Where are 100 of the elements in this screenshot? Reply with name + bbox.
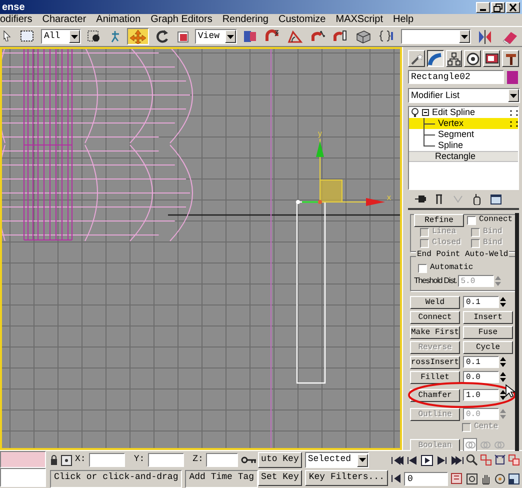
rollout-button[interactable]: Cycle — [463, 340, 513, 354]
spinner-arrows-icon[interactable] — [500, 389, 506, 401]
script-output-field[interactable] — [0, 468, 46, 487]
go-to-end-icon[interactable] — [451, 454, 464, 466]
move-tool[interactable] — [126, 28, 149, 45]
pan-hand-icon[interactable] — [480, 472, 492, 485]
braces-icon[interactable] — [378, 29, 395, 44]
fork-icon[interactable] — [433, 193, 445, 205]
object-color-swatch[interactable] — [507, 70, 518, 84]
menu-item[interactable]: Customize — [278, 14, 331, 26]
play-icon[interactable] — [421, 454, 434, 466]
spinner-field[interactable]: 0.1 — [463, 296, 499, 308]
spinner-arrows-icon[interactable] — [500, 356, 506, 368]
checkbox-label: Automatic — [430, 264, 474, 273]
stack-item[interactable]: Rectangle — [409, 151, 518, 162]
minimize-button[interactable] — [476, 2, 490, 12]
rollout-button[interactable]: Chamfer — [410, 388, 460, 402]
select-object-icon[interactable] — [86, 29, 101, 44]
key-filters-button[interactable]: Key Filters... — [304, 470, 388, 486]
snap-magnet-icon[interactable] — [264, 29, 279, 44]
menu-item[interactable]: Help — [392, 14, 419, 26]
rollout-button[interactable]: Refine — [414, 214, 464, 226]
mirror-icon[interactable] — [476, 29, 493, 44]
pin-icon[interactable] — [414, 193, 426, 205]
auto-key-button[interactable]: uto Key — [258, 452, 302, 468]
restore-button[interactable] — [491, 2, 505, 12]
stick-figure-icon[interactable] — [108, 29, 121, 44]
light-bulb-icon[interactable] — [411, 108, 419, 117]
panel-tab[interactable] — [426, 50, 444, 67]
eraser-icon[interactable] — [500, 29, 519, 44]
menu-item[interactable]: Graph Editors — [150, 14, 218, 26]
stack-subitem[interactable]: Vertex — [409, 118, 518, 129]
stack-subitem[interactable]: Segment — [409, 129, 518, 140]
rotate-icon[interactable] — [154, 29, 169, 44]
zoom-icon[interactable] — [466, 454, 478, 466]
menu-item[interactable]: Rendering — [222, 14, 274, 26]
axis-label: x — [387, 193, 391, 202]
selection-filter-dropdown[interactable]: All — [41, 29, 81, 44]
key-mode-dropdown[interactable]: Selected — [304, 452, 369, 468]
rollout-button[interactable]: Fuse — [463, 326, 513, 338]
menu-item[interactable]: Animation — [96, 14, 146, 26]
named-selection-dropdown[interactable] — [400, 29, 471, 44]
close-button[interactable] — [506, 2, 520, 12]
angle-snap-icon[interactable] — [286, 29, 303, 44]
spinner-arrows-icon[interactable] — [500, 296, 506, 308]
key-icon[interactable] — [241, 455, 258, 466]
coordinate-field[interactable] — [206, 453, 238, 468]
object-name-field[interactable]: Rectangle02 — [408, 70, 504, 84]
box-icon[interactable] — [354, 29, 371, 44]
rollout-button[interactable]: rossInsert — [410, 356, 460, 368]
stack-subitem[interactable]: Spline — [409, 140, 518, 151]
rollout-button[interactable]: Weld — [410, 296, 460, 308]
close-icon — [508, 2, 518, 12]
rollout-button[interactable]: Fillet — [410, 370, 460, 384]
spinner-field[interactable]: 0.0 — [463, 371, 499, 383]
stack-item[interactable]: Edit Spline — [409, 107, 518, 118]
coordinate-label: X: — [75, 455, 86, 466]
menu-item[interactable]: odifiers — [0, 14, 38, 26]
checkbox-label: Connect — [479, 216, 513, 224]
checkbox[interactable] — [467, 216, 476, 224]
menu-item[interactable]: Character — [42, 14, 92, 26]
menu-item[interactable]: MAXScript — [336, 14, 388, 26]
rollout-button[interactable]: Insert — [463, 310, 513, 324]
collapse-toggle-icon[interactable] — [422, 108, 429, 116]
spinner-arrows-icon[interactable] — [500, 371, 506, 383]
frame-field[interactable]: 0 — [404, 472, 448, 486]
lock-icon[interactable] — [50, 455, 58, 466]
configure-icon[interactable] — [490, 193, 502, 205]
scale-icon[interactable] — [176, 29, 189, 44]
checkbox[interactable] — [418, 264, 427, 273]
cursor-icon[interactable] — [3, 29, 11, 44]
selection-rectangle-icon[interactable] — [19, 29, 35, 44]
key-mode-toggle-icon[interactable] — [391, 474, 402, 484]
percent-snap-icon[interactable] — [310, 29, 325, 44]
go-to-start-icon[interactable] — [391, 454, 404, 466]
modifier-list-dropdown[interactable]: Modifier List — [408, 88, 520, 103]
rollout-button[interactable]: Make First — [410, 326, 460, 338]
orbit-icon[interactable] — [494, 472, 506, 485]
wand-icon — [409, 52, 424, 66]
zoom-extents-all-icon[interactable] — [508, 454, 520, 466]
pivot-icon[interactable] — [242, 29, 257, 44]
spinner-field[interactable]: 1.0 — [463, 389, 499, 401]
field-of-view-icon[interactable] — [466, 472, 478, 485]
next-frame-icon[interactable] — [436, 454, 450, 466]
cursor-icon — [505, 384, 515, 398]
rollout-button[interactable]: Connect — [410, 310, 460, 324]
spinner-field[interactable]: 0.1 — [463, 356, 499, 368]
maximize-viewport-icon[interactable] — [508, 472, 520, 485]
scrollbar[interactable] — [515, 213, 519, 451]
reference-coordinate-dropdown[interactable]: View — [194, 29, 237, 44]
dropdown-arrow-icon — [460, 34, 468, 38]
coordinate-field[interactable] — [148, 453, 184, 468]
previous-frame-icon[interactable] — [406, 454, 420, 466]
zoom-extents-icon[interactable] — [494, 454, 506, 466]
script-listener-field[interactable] — [0, 451, 46, 468]
set-key-button[interactable]: Set Key — [258, 470, 302, 486]
time-tag-label[interactable]: Add Time Tag — [185, 470, 258, 488]
coordinate-field[interactable] — [88, 453, 125, 468]
spinner-snap-icon[interactable] — [332, 29, 347, 44]
dropdown-arrow-icon — [510, 94, 517, 98]
